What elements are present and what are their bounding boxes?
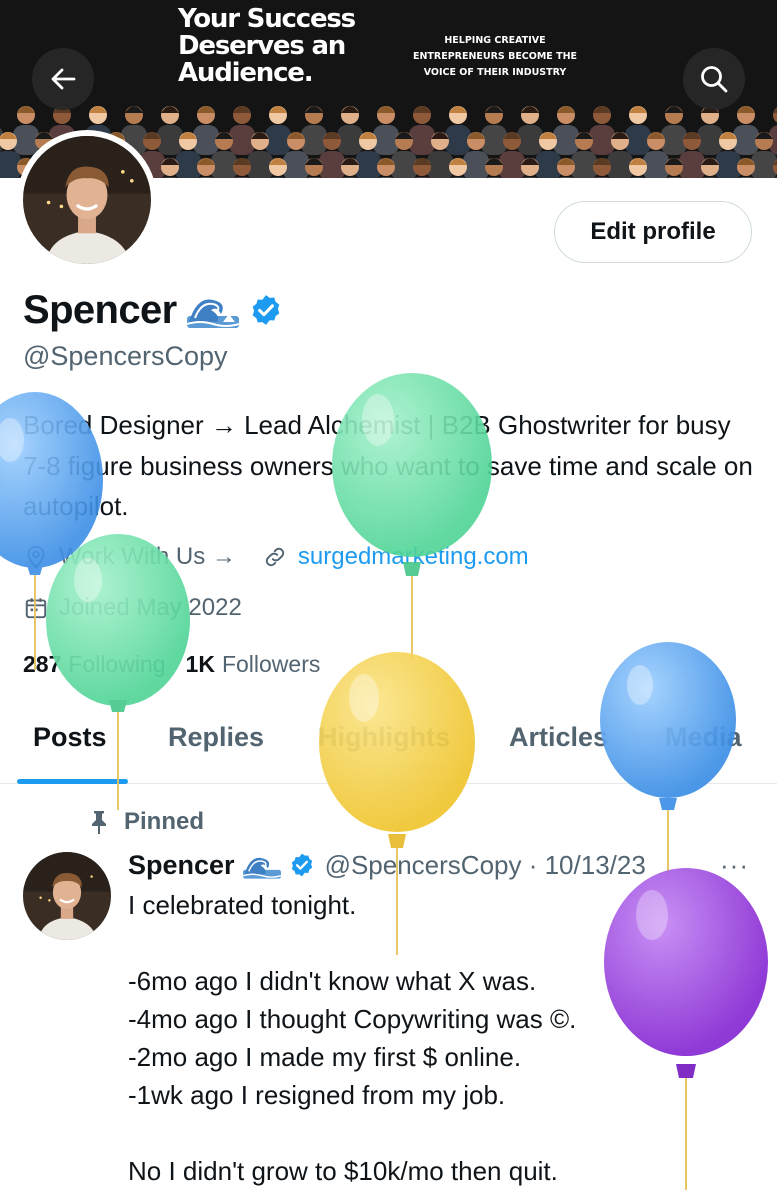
followers-count: 1K xyxy=(185,651,215,677)
post-line xyxy=(128,1114,748,1152)
active-tab-indicator xyxy=(17,779,128,784)
avatar-photo xyxy=(23,136,151,264)
tab-replies[interactable]: Replies xyxy=(168,722,264,753)
website-link[interactable]: surgedmarketing.com xyxy=(298,543,529,571)
search-icon xyxy=(701,66,728,93)
profile-handle: @SpencersCopy xyxy=(23,341,228,371)
tab-articles[interactable]: Articles xyxy=(509,722,608,753)
tab-media[interactable]: Media xyxy=(665,722,742,753)
post-header: Spencer @SpencersCopy · 10/13/23 xyxy=(128,845,646,885)
following-link[interactable]: 287 Following xyxy=(23,651,166,678)
location-pin-icon xyxy=(27,545,45,569)
tab-highlights[interactable]: Highlights xyxy=(318,722,450,753)
display-name: Spencer xyxy=(23,287,177,332)
arrow-left-icon xyxy=(51,68,76,90)
post-line: -1wk ago I resigned from my job. xyxy=(128,1080,506,1110)
profile-meta-links: Work With Us → surgedmarketing.com xyxy=(23,543,529,571)
following-label: Following xyxy=(68,651,166,677)
follow-stats: 287 Following 1K Followers xyxy=(23,651,320,678)
pinned-label: Pinned xyxy=(124,808,205,835)
edit-profile-button[interactable]: Edit profile xyxy=(554,201,752,263)
joined-date: Joined May 2022 xyxy=(59,594,242,621)
calendar-icon xyxy=(25,598,47,619)
post-line: -6mo ago I didn't know what X was. xyxy=(128,966,537,996)
profile-avatar[interactable] xyxy=(17,130,157,270)
wave-emoji-icon xyxy=(186,299,239,328)
post-line: I celebrated tonight. xyxy=(128,890,357,920)
post-author-name[interactable]: Spencer xyxy=(128,850,235,881)
tab-posts[interactable]: Posts xyxy=(33,722,107,753)
post-text: I celebrated tonight. -6mo ago I didn't … xyxy=(128,886,748,1190)
followers-label: Followers xyxy=(221,651,321,677)
following-count: 287 xyxy=(23,651,62,677)
verified-badge-icon xyxy=(252,295,279,325)
search-button[interactable] xyxy=(683,48,745,110)
banner-title: Your Success Deserves an Audience. xyxy=(178,4,356,88)
post-line: -4mo ago I thought Copywriting was ©. xyxy=(128,1004,577,1034)
verified-badge-icon xyxy=(291,853,312,877)
post-line: No I didn't grow to $10k/mo then quit. xyxy=(128,1156,558,1186)
pin-icon xyxy=(92,811,106,834)
location-text: Work With Us → xyxy=(59,543,236,570)
profile-joined: Joined May 2022 xyxy=(23,594,242,622)
profile-name-row: Spencer xyxy=(23,284,283,336)
post-handle-date: @SpencersCopy · 10/13/23 xyxy=(324,849,646,880)
profile-tabs: Posts Replies Highlights Articles Media xyxy=(0,712,777,784)
followers-link[interactable]: 1K Followers xyxy=(186,651,321,678)
link-icon xyxy=(265,547,285,567)
post-line: -2mo ago I made my first $ online. xyxy=(128,1042,522,1072)
profile-bio: Bored Designer → Lead Alchemist | B2B Gh… xyxy=(23,410,753,521)
wave-emoji-icon xyxy=(242,857,281,879)
avatar-photo xyxy=(23,852,111,940)
more-options-icon[interactable]: ··· xyxy=(720,850,749,881)
post-line xyxy=(128,924,748,962)
post-author-avatar[interactable] xyxy=(23,852,111,940)
back-button[interactable] xyxy=(32,48,94,110)
banner-tagline: HELPING CREATIVE ENTREPRENEURS BECOME TH… xyxy=(412,35,578,78)
pinned-indicator: Pinned xyxy=(88,808,204,836)
